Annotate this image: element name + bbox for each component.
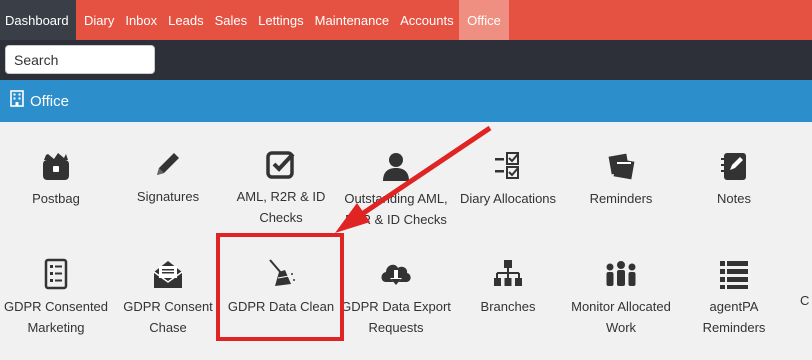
- annotation-arrow: [335, 125, 492, 233]
- annotation-highlight-box: [216, 233, 344, 341]
